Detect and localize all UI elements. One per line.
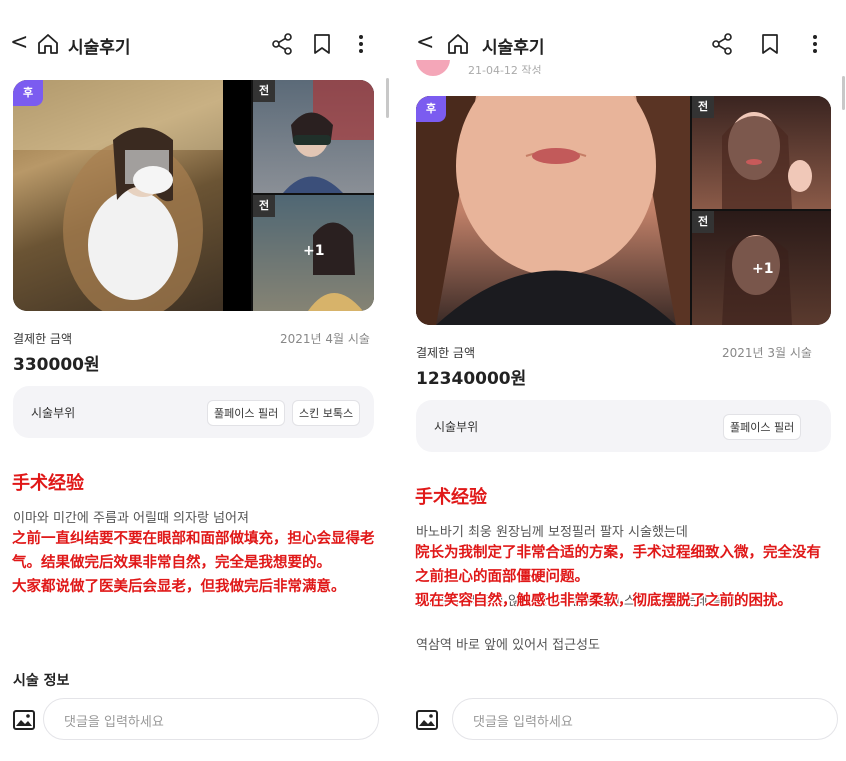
more-icon[interactable]: [810, 32, 820, 56]
after-photo-image: [416, 96, 690, 325]
after-photo[interactable]: 후: [13, 80, 251, 311]
page-title: 시술후기: [68, 38, 131, 58]
post-date: 21-04-12 작성: [468, 64, 542, 74]
procedure-area-label: 시술부위: [31, 406, 76, 420]
photo-gallery[interactable]: 후 전 전 +1: [416, 96, 831, 325]
procedure-area-box: 시술부위 풀페이스 필러 스킨 보톡스: [13, 386, 374, 438]
overlay-text: 院长为我制定了非常合适的方案，手术过程细致入微，完全没有之前担心的面部僵硬问题。…: [415, 545, 821, 609]
procedure-area-label: 시술부위: [434, 420, 479, 434]
more-icon[interactable]: [356, 32, 366, 56]
tag-skin-botox[interactable]: 스킨 보톡스: [292, 400, 361, 426]
image-upload-icon[interactable]: [13, 710, 35, 730]
before-photo-1[interactable]: 전: [692, 96, 831, 209]
top-bar: < 시술후기: [0, 28, 392, 62]
review-text-line: 이마와 미간에 주름과 어릴때 의자랑 넘어져: [13, 511, 249, 526]
overlay-title: 手术经验: [12, 473, 84, 494]
comment-input[interactable]: 댓글을 입력하세요: [43, 698, 379, 740]
price: 330000원: [13, 355, 100, 375]
comment-bar: 댓글을 입력하세요: [416, 698, 840, 742]
tag-full-face-filler[interactable]: 풀페이스 필러: [207, 400, 286, 426]
procedure-area-box: 시술부위 풀페이스 필러: [416, 400, 831, 452]
overlay-title: 手术经验: [415, 487, 487, 508]
after-photo-image: [13, 80, 251, 311]
image-upload-icon[interactable]: [416, 710, 438, 730]
procedure-date: 2021년 3월 시술: [722, 346, 812, 360]
before-badge-2: 전: [692, 211, 714, 233]
after-photo[interactable]: 후: [416, 96, 690, 325]
comment-bar: 댓글을 입력하세요: [13, 698, 381, 742]
payment-label: 결제한 금액: [13, 332, 73, 346]
back-button[interactable]: <: [416, 30, 434, 55]
procedure-date: 2021년 4월 시술: [280, 332, 370, 346]
before-photo-1[interactable]: 전: [253, 80, 374, 193]
more-photos-count: +1: [752, 261, 774, 277]
back-button[interactable]: <: [10, 30, 28, 55]
before-badge-2: 전: [253, 195, 275, 217]
review-text-line-3: 역삼역 바로 앞에 있어서 접근성도: [416, 638, 600, 653]
photo-gallery[interactable]: 후 전 전 +1: [13, 80, 374, 311]
bookmark-icon[interactable]: [760, 33, 780, 55]
top-bar: < 시술후기: [402, 28, 846, 62]
share-icon[interactable]: [270, 32, 294, 56]
more-photos-count: +1: [303, 243, 325, 259]
tag-full-face-filler[interactable]: 풀페이스 필러: [723, 414, 802, 440]
home-icon[interactable]: [446, 32, 470, 56]
before-badge-1: 전: [692, 96, 714, 118]
bookmark-icon[interactable]: [312, 33, 332, 55]
before-photo-2[interactable]: 전 +1: [253, 195, 374, 311]
after-badge: 후: [416, 96, 446, 122]
comment-input[interactable]: 댓글을 입력하세요: [452, 698, 838, 740]
after-badge: 후: [13, 80, 43, 106]
share-icon[interactable]: [710, 32, 734, 56]
review-text-line-1: 바노바기 최웅 원장님께 보정필러 팔자 시술했는데: [416, 525, 688, 540]
payment-label: 결제한 금액: [416, 346, 476, 360]
home-icon[interactable]: [36, 32, 60, 56]
scrollbar[interactable]: [386, 78, 389, 118]
left-screen: < 시술후기 후 전 전 +1 결제한 금액 2021년 4월 시술 33000…: [0, 0, 392, 761]
price: 12340000원: [416, 369, 527, 389]
overlay-text: 之前一直纠结要不要在眼部和面部做填充，担心会显得老气。结果做完后效果非常自然，完…: [12, 531, 375, 595]
before-badge-1: 전: [253, 80, 275, 102]
right-screen: < 시술후기 21-04-12 작성 후 전 전 +1 결제한 금액 2021년…: [402, 0, 846, 761]
author-avatar: [416, 60, 450, 76]
section-title-procedure-info: 시술 정보: [13, 673, 70, 689]
scrollbar[interactable]: [842, 76, 845, 110]
before-photo-2[interactable]: 전 +1: [692, 211, 831, 325]
page-title: 시술후기: [482, 38, 545, 58]
